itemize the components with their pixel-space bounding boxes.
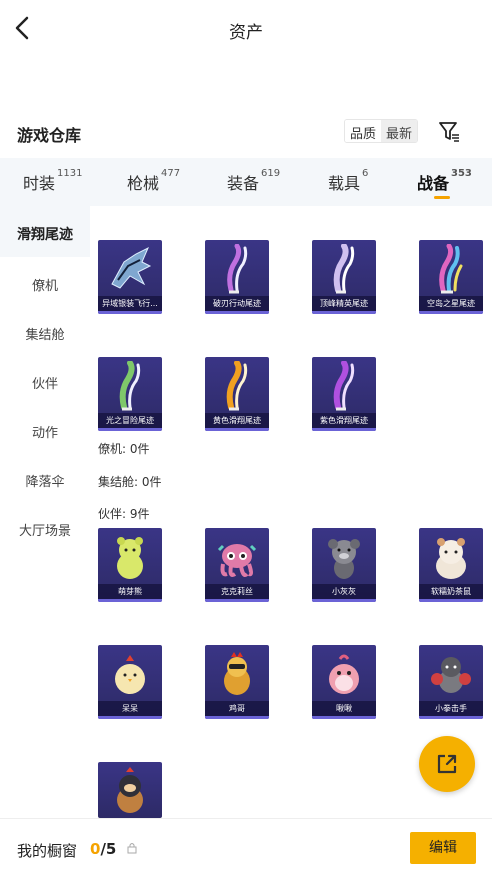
wingman-count: 僚机: 0件 (98, 442, 150, 456)
rarity-bar (98, 716, 162, 719)
boxer-icon (431, 657, 471, 693)
partner-count: 伙伴: 9件 (98, 507, 150, 521)
showcase-count-total: /5 (100, 840, 117, 858)
lock-icon (127, 843, 137, 854)
share-button[interactable] (419, 736, 475, 792)
rarity-bar (205, 311, 269, 314)
rarity-bar (312, 599, 376, 602)
item-card-partner[interactable]: 小灰灰 (312, 528, 376, 602)
item-label: 软糯奶茶鼠 (419, 584, 483, 599)
rarity-bar (419, 716, 483, 719)
octopus-icon (217, 544, 257, 577)
sidebar-item-partner[interactable]: 伙伴 (0, 373, 90, 392)
page-title: 资产 (229, 23, 263, 43)
milk-tea-hamster-icon (436, 538, 466, 579)
sidebar-item-parachute[interactable]: 降落伞 (0, 471, 90, 490)
item-card-partner[interactable]: 呆呆 (98, 645, 162, 719)
item-label: 啾啾 (312, 701, 376, 716)
rarity-bar (205, 599, 269, 602)
showcase-label: 我的橱窗 (17, 842, 78, 860)
rarity-bar (98, 311, 162, 314)
sidebar: 滑翔尾迹 僚机 集结舱 伙伴 动作 降落伞 大厅场景 (0, 206, 90, 818)
item-label: 光之冒险尾迹 (98, 413, 162, 428)
sidebar-item-emote[interactable]: 动作 (0, 422, 90, 441)
item-card-partner[interactable]: 克克莉丝 (205, 528, 269, 602)
item-card-trail[interactable]: 破刃行动尾迹 (205, 240, 269, 314)
item-label: 紫色滑翔尾迹 (312, 413, 376, 428)
rarity-bar (312, 716, 376, 719)
showcase-count: 0/5 (90, 840, 116, 858)
rarity-bar (205, 428, 269, 431)
sort-quality-option[interactable]: 品质 (345, 120, 382, 142)
item-label: 顶峰精英尾迹 (312, 296, 376, 311)
trail-smoke-icon (333, 244, 355, 294)
share-icon (437, 754, 457, 774)
showcase-footer: 我的橱窗 0/5 编辑 (0, 818, 492, 876)
active-tab-underline (434, 196, 450, 199)
rarity-bar (312, 311, 376, 314)
item-card-partner[interactable] (98, 762, 162, 818)
item-label: 小拳击手 (419, 701, 483, 716)
rarity-bar (98, 599, 162, 602)
item-card-trail[interactable]: 异域银装飞行... (98, 240, 162, 314)
tab-vehicles[interactable]: 载具6 (328, 168, 368, 194)
showcase-count-current: 0 (90, 840, 101, 858)
rarity-bar (419, 311, 483, 314)
trail-smoke-icon (439, 244, 463, 294)
filter-icon[interactable] (437, 118, 461, 144)
item-card-trail[interactable]: 黄色滑翔尾迹 (205, 357, 269, 431)
item-card-trail[interactable]: 空岛之星尾迹 (419, 240, 483, 314)
tab-combat-supplies[interactable]: 战备353 (417, 168, 472, 194)
sort-toggle[interactable]: 品质 最新 (344, 119, 419, 143)
sidebar-item-wingman[interactable]: 僚机 (0, 275, 90, 294)
item-card-partner[interactable]: 小拳击手 (419, 645, 483, 719)
item-label: 空岛之星尾迹 (419, 296, 483, 311)
item-label: 黄色滑翔尾迹 (205, 413, 269, 428)
item-card-trail[interactable]: 顶峰精英尾迹 (312, 240, 376, 314)
item-label: 异域银装飞行... (98, 296, 162, 311)
item-label: 小灰灰 (312, 584, 376, 599)
sort-newest-option[interactable]: 最新 (381, 120, 418, 142)
item-card-partner[interactable]: 啾啾 (312, 645, 376, 719)
rarity-bar (205, 716, 269, 719)
item-card-trail[interactable]: 紫色滑翔尾迹 (312, 357, 376, 431)
tab-equipment[interactable]: 装备619 (227, 168, 280, 194)
category-tabs: 时装1131 枪械477 装备619 载具6 战备353 (0, 158, 492, 206)
top-bar: 资产 (0, 0, 492, 58)
item-label: 鸡哥 (205, 701, 269, 716)
rarity-bar (312, 428, 376, 431)
chick-icon (115, 655, 145, 694)
sidebar-list: 僚机 集结舱 伙伴 动作 降落伞 大厅场景 (0, 257, 90, 818)
item-grid: 异域银装飞行... 破刃行动尾迹 顶峰精英尾迹 空岛之星尾迹 光之冒险尾迹 黄色… (90, 206, 492, 818)
item-label: 破刃行动尾迹 (205, 296, 269, 311)
item-card-partner[interactable]: 鸡哥 (205, 645, 269, 719)
item-label: 克克莉丝 (205, 584, 269, 599)
sidebar-item-pod[interactable]: 集结舱 (0, 324, 90, 343)
trail-smoke-icon (227, 244, 248, 294)
item-card-partner[interactable]: 软糯奶茶鼠 (419, 528, 483, 602)
item-label: 呆呆 (98, 701, 162, 716)
sprout-bear-icon (117, 537, 143, 579)
rarity-bar (98, 428, 162, 431)
edit-button[interactable]: 编辑 (410, 832, 476, 864)
pod-count: 集结舱: 0件 (98, 475, 162, 489)
rarity-bar (419, 599, 483, 602)
item-label: 萌芽熊 (98, 584, 162, 599)
rooster-icon (224, 652, 250, 695)
warehouse-title: 游戏仓库 (17, 126, 82, 145)
dragon-trail-art-icon (111, 246, 152, 289)
tab-firearms[interactable]: 枪械477 (127, 168, 180, 194)
sidebar-item-glide-trail[interactable]: 滑翔尾迹 (0, 224, 90, 244)
penguin-knight-icon (117, 767, 143, 813)
tab-fashion[interactable]: 时装1131 (23, 168, 82, 194)
pink-bird-icon (329, 654, 359, 694)
sidebar-item-lobby-scene[interactable]: 大厅场景 (0, 520, 90, 539)
trail-smoke-icon (333, 361, 355, 411)
warehouse-header: 游戏仓库 品质 最新 (0, 118, 492, 148)
trail-smoke-icon (226, 361, 248, 411)
gray-wolf-icon (328, 539, 360, 579)
item-card-trail[interactable]: 光之冒险尾迹 (98, 357, 162, 431)
item-card-partner[interactable]: 萌芽熊 (98, 528, 162, 602)
trail-smoke-icon (119, 361, 141, 411)
